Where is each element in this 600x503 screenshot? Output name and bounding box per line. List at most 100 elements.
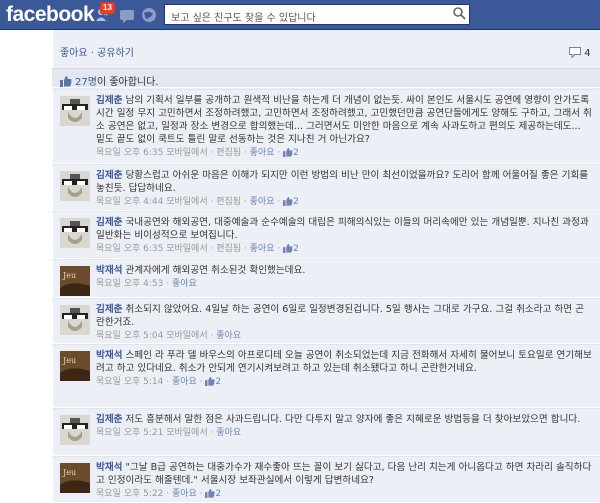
comment-meta: 목요일 오후 5:21 모바일에서 · 좋아요 [96, 428, 242, 438]
commenter-avatar[interactable]: Jeu [60, 266, 90, 296]
comment-like-link[interactable]: 좋아요 [250, 244, 275, 254]
comment-item: 김제춘 취소되지 않았어요. 4일날 하는 공연이 6일로 일정변경된겁니다. 5… [52, 298, 600, 344]
comment-timestamp[interactable]: 목요일 오후 4:44 [96, 197, 163, 207]
comment-count[interactable]: 4 [569, 47, 591, 59]
edited-label[interactable]: 편집됨 [216, 197, 241, 207]
comment-meta: 목요일 오후 5:22 · 좋아요 · 2 [96, 488, 222, 499]
comment-text: 스페인 라 푸라 델 바우스의 아프로디테 오늘 공연이 취소되었는데 지금 전… [96, 350, 592, 374]
comment-text: 저도 흥분해서 말한 점은 사과드립니다. 다만 다투지 말고 양자에 좋은 지… [125, 414, 581, 425]
edited-label[interactable]: 편집됨 [216, 244, 241, 254]
comment-item: 김제춘 남의 기획서 일부를 공개하고 원색적 비난을 하는게 더 개념이 없는듯… [52, 89, 600, 164]
comment-body: 김제춘 국내공연와 해외공연, 대중예술과 순수예술의 대립은 피해의식있는 이들… [96, 216, 592, 256]
comment-timestamp[interactable]: 목요일 오후 5:04 [96, 331, 163, 341]
comment-text: 남의 기획서 일부를 공개하고 원색적 비난을 하는게 더 개념이 없는듯. 싸… [96, 95, 592, 145]
commenter-avatar[interactable]: Jeu [60, 463, 90, 493]
comment-item: 김제춘 저도 흥분해서 말한 점은 사과드립니다. 다만 다투지 말고 양자에 좋… [52, 408, 600, 456]
comment-like-link[interactable]: 좋아요 [172, 377, 197, 387]
comment-via[interactable]: 모바일에서 [166, 244, 207, 254]
comment-meta: 목요일 오후 6:35 모바일에서 · 편집됨 · 좋아요 · 2 [96, 147, 299, 158]
thumbs-up-icon [205, 376, 215, 386]
separator: · [87, 48, 98, 59]
notifications-globe-icon[interactable] [140, 6, 158, 24]
commenter-avatar[interactable] [60, 305, 90, 335]
comment-item: Jeu 박재석 "그날 B급 공연하는 대중가수가 재수좋아 뜨는 꼴이 보기 싫다… [52, 456, 600, 503]
svg-text:Jeu: Jeu [62, 356, 76, 365]
comment-like-count[interactable]: 2 [215, 489, 221, 499]
like-link[interactable]: 좋아요 [60, 48, 88, 59]
comment-meta: 목요일 오후 4:44 모바일에서 · 편집됨 · 좋아요 · 2 [96, 196, 299, 207]
comment-meta: 목요일 오후 5:04 모바일에서 · 좋아요 [96, 331, 242, 341]
comment-timestamp[interactable]: 목요일 오후 5:21 [96, 428, 163, 438]
comment-like-link[interactable]: 좋아요 [250, 197, 275, 207]
comment-timestamp[interactable]: 목요일 오후 4:53 [96, 279, 163, 289]
comment-meta: 목요일 오후 5:14 · 좋아요 · 2 [96, 376, 222, 387]
comment-count-value: 4 [584, 48, 591, 59]
comment-item: 김제춘 국내공연와 해외공연, 대중예술과 순수예술의 대립은 피해의식있는 이들… [52, 211, 600, 259]
comment-author-link[interactable]: 김제춘 [96, 304, 122, 315]
comment-item: Jeu 박재석 스페인 라 푸라 델 바우스의 아프로디테 오늘 공연이 취소되었는… [52, 344, 600, 408]
comment-author-link[interactable]: 박재석 [96, 265, 122, 276]
comment-author-link[interactable]: 김제춘 [96, 217, 122, 228]
comment-item: Jeu 박재석 관계자에게 해외공연 취소된것 확인했는데요. 목요일 오후 4:53… [52, 259, 600, 298]
likes-count-link[interactable]: 27명 [75, 77, 97, 88]
comment-author-link[interactable]: 박재석 [96, 350, 122, 361]
comment-like-link[interactable]: 좋아요 [250, 148, 275, 158]
likes-summary: 27명이 좋아합니다. [52, 68, 600, 88]
comment-like-count[interactable]: 2 [293, 148, 299, 158]
comment-meta: 목요일 오후 4:53 · 좋아요 [96, 279, 197, 289]
thumbs-up-icon [283, 243, 293, 253]
comment-text: 당황스럽고 아쉬운 마음은 이해가 되지만 이런 방법의 비난 만이 최선이었을… [96, 170, 589, 194]
comment-like-count[interactable]: 2 [293, 197, 299, 207]
commenter-avatar[interactable]: Jeu [60, 351, 90, 381]
messages-icon[interactable] [118, 6, 136, 24]
comment-body: 김제춘 저도 흥분해서 말한 점은 사과드립니다. 다만 다투지 말고 양자에 좋… [96, 413, 592, 440]
search-input[interactable]: 보고 싶은 친구도 찾을 수 있답니다 [164, 4, 470, 25]
comment-timestamp[interactable]: 목요일 오후 6:35 [96, 244, 163, 254]
comment-body: 김제춘 취소되지 않았어요. 4일날 하는 공연이 6일로 일정변경된겁니다. 5… [96, 303, 592, 343]
comment-timestamp[interactable]: 목요일 오후 6:35 [96, 148, 163, 158]
svg-text:Jeu: Jeu [62, 271, 76, 280]
comment-text: 취소되지 않았어요. 4일날 하는 공연이 6일로 일정변경된겁니다. 5일 행… [96, 304, 584, 328]
comment-like-link[interactable]: 좋아요 [216, 428, 241, 438]
comment-like-link[interactable]: 좋아요 [216, 331, 241, 341]
facebook-logo[interactable]: facebook [6, 3, 95, 27]
comment-body: 박재석 관계자에게 해외공연 취소된것 확인했는데요. 목요일 오후 4:53 · … [96, 264, 592, 291]
edited-label[interactable]: 편집됨 [216, 148, 241, 158]
comment-via[interactable]: 모바일에서 [166, 331, 207, 341]
comment-body: 김제춘 남의 기획서 일부를 공개하고 원색적 비난을 하는게 더 개념이 없는듯… [96, 94, 592, 160]
thumbs-up-icon [283, 147, 293, 157]
notification-badge: 13 [100, 2, 115, 14]
comment-text: 국내공연와 해외공연, 대중예술과 순수예술의 대립은 피해의식있는 이들의 머… [96, 217, 589, 241]
share-link[interactable]: 공유하기 [97, 48, 134, 59]
top-navbar: facebook 13 보고 싶은 친구도 찾을 수 있답니다 [0, 0, 600, 30]
comment-via[interactable]: 모바일에서 [166, 148, 207, 158]
comment-meta: 목요일 오후 6:35 모바일에서 · 편집됨 · 좋아요 · 2 [96, 243, 299, 254]
comment-like-link[interactable]: 좋아요 [172, 489, 197, 499]
commenter-avatar[interactable] [60, 415, 90, 445]
commenter-avatar[interactable] [60, 171, 90, 201]
comment-icon [569, 47, 581, 59]
comment-body: 박재석 스페인 라 푸라 델 바우스의 아프로디테 오늘 공연이 취소되었는데 지… [96, 349, 592, 389]
thumbs-up-icon [283, 196, 293, 206]
comment-via[interactable]: 모바일에서 [166, 428, 207, 438]
post-actions: 좋아요 · 공유하기 [60, 44, 134, 59]
svg-text:Jeu: Jeu [62, 468, 76, 477]
comment-author-link[interactable]: 박재석 [96, 462, 122, 473]
comment-text: "그날 B급 공연하는 대중가수가 재수좋아 뜨는 꼴이 보기 싫다고, 다음 … [96, 462, 592, 486]
comment-author-link[interactable]: 김제춘 [96, 414, 122, 425]
commenter-avatar[interactable] [60, 96, 90, 126]
comment-timestamp[interactable]: 목요일 오후 5:22 [96, 489, 163, 499]
search-icon[interactable] [452, 6, 466, 20]
left-margin [0, 30, 52, 503]
commenter-avatar[interactable] [60, 218, 90, 248]
comment-author-link[interactable]: 김제춘 [96, 170, 122, 181]
comment-author-link[interactable]: 김제춘 [96, 95, 122, 106]
comment-like-count[interactable]: 2 [215, 377, 221, 387]
likes-text: 이 좋아합니다. [96, 77, 159, 88]
comment-like-count[interactable]: 2 [293, 244, 299, 254]
comment-timestamp[interactable]: 목요일 오후 5:14 [96, 377, 163, 387]
comment-text: 관계자에게 해외공연 취소된것 확인했는데요. [125, 265, 306, 276]
comment-via[interactable]: 모바일에서 [166, 197, 207, 207]
comment-like-link[interactable]: 좋아요 [172, 279, 197, 289]
comment-body: 박재석 "그날 B급 공연하는 대중가수가 재수좋아 뜨는 꼴이 보기 싫다고, … [96, 461, 592, 501]
